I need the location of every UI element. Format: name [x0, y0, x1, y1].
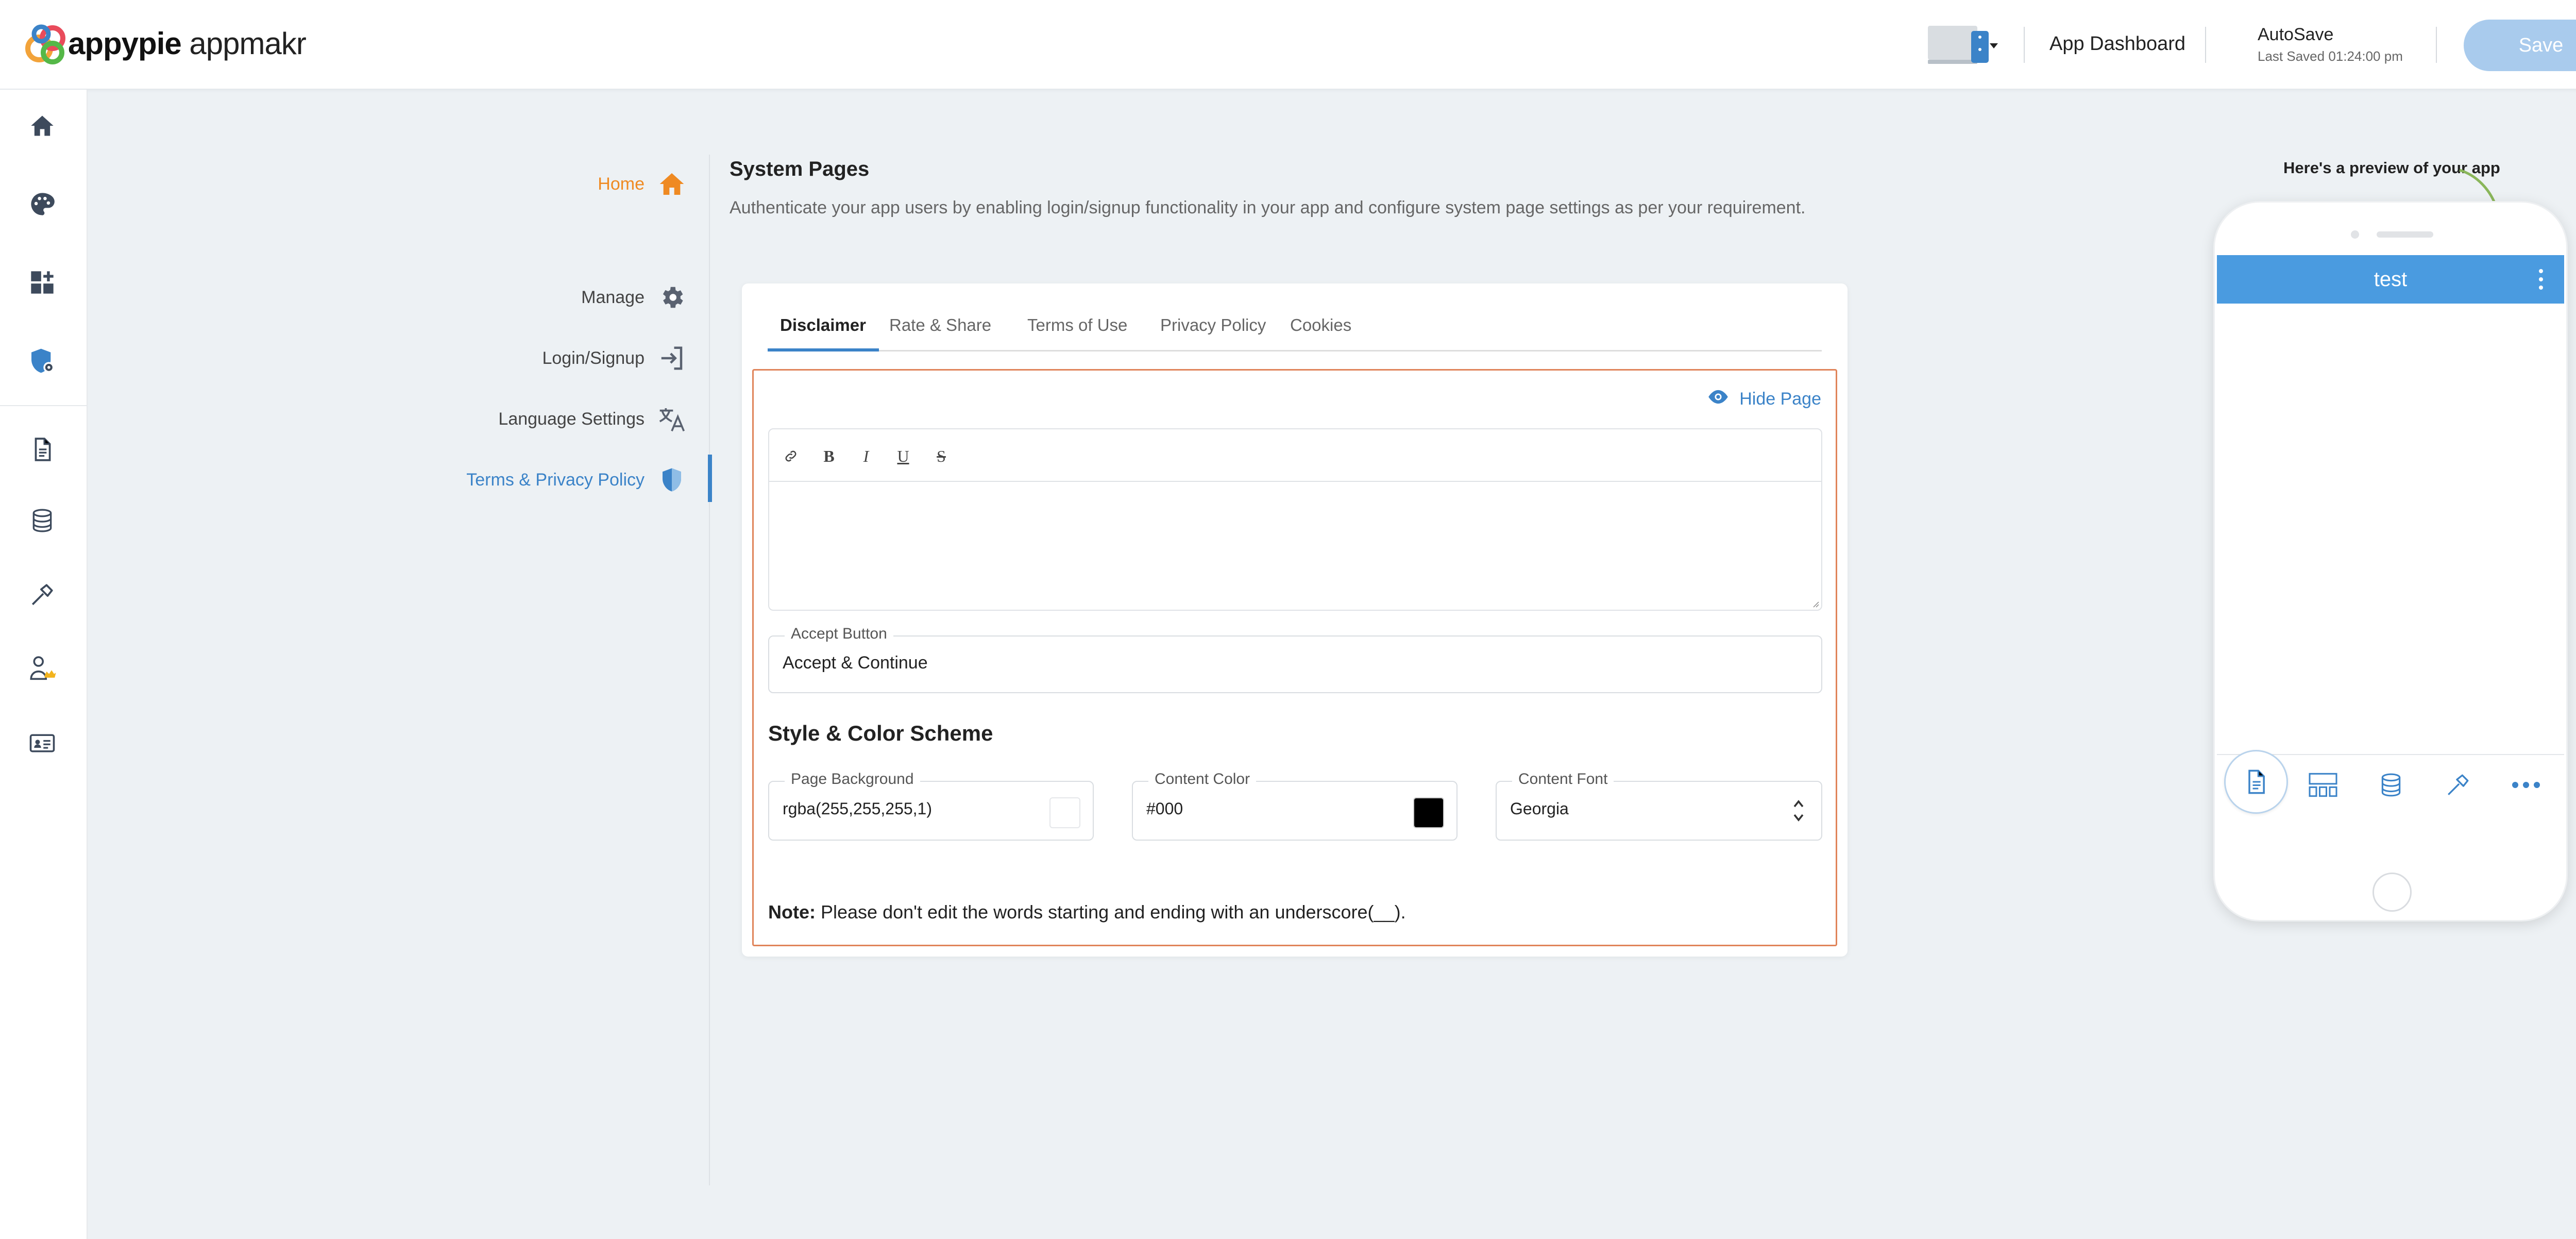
subnav-active-indicator: [708, 455, 712, 502]
home-icon: [657, 169, 687, 199]
document-icon[interactable]: [2224, 750, 2288, 814]
tab-cookies[interactable]: Cookies: [1290, 315, 1351, 335]
id-card-icon[interactable]: [26, 727, 59, 760]
document-icon[interactable]: [26, 433, 59, 466]
note-text: Note: Please don't edit the words starti…: [768, 901, 1406, 923]
subnav-item-label: Home: [598, 174, 645, 194]
database-icon[interactable]: [2371, 765, 2411, 805]
autosave-label: AutoSave: [2258, 25, 2334, 44]
note-label: Note:: [768, 901, 816, 923]
login-icon: [657, 343, 687, 373]
system-pages-card: Disclaimer Rate & Share Terms of Use Pri…: [742, 283, 1848, 957]
bold-button[interactable]: B: [818, 445, 840, 467]
app-title: test: [2374, 267, 2408, 291]
subnav-item-label: Terms & Privacy Policy: [466, 470, 645, 490]
add-widget-icon[interactable]: [26, 266, 59, 299]
header-divider: [2024, 27, 2025, 63]
tab-privacy-policy[interactable]: Privacy Policy: [1160, 315, 1266, 335]
subnav-item-manage[interactable]: Manage: [581, 282, 687, 312]
underline-button[interactable]: U: [892, 445, 914, 467]
active-tab-underline: [768, 348, 879, 351]
hide-page-label: Hide Page: [1739, 389, 1821, 409]
palette-icon[interactable]: [26, 188, 59, 221]
editor-toolbar: B I U S: [769, 429, 1821, 482]
more-vertical-icon[interactable]: [2538, 269, 2544, 290]
phone-screen: test: [2217, 255, 2564, 814]
page-description: Authenticate your app users by enabling …: [730, 198, 1806, 217]
hammer-icon[interactable]: [2438, 765, 2478, 805]
more-icon[interactable]: [2506, 765, 2546, 805]
tab-disclaimer[interactable]: Disclaimer: [780, 315, 866, 335]
phone-speaker: [2377, 231, 2433, 238]
home-icon[interactable]: [26, 109, 59, 142]
phone-preview: test: [2213, 201, 2568, 922]
page-background-swatch[interactable]: [1049, 797, 1080, 828]
translate-icon: [657, 404, 687, 434]
last-saved-timestamp: Last Saved 01:24:00 pm: [2258, 48, 2403, 64]
rich-text-editor: B I U S: [768, 428, 1822, 611]
app-bottom-nav: [2217, 750, 2564, 814]
hide-page-button[interactable]: Hide Page: [1706, 389, 1821, 409]
appypie-logo-icon[interactable]: [24, 24, 70, 66]
content-font-value: Georgia: [1510, 799, 1569, 818]
content-color-swatch[interactable]: [1413, 797, 1444, 828]
tab-bar: Disclaimer Rate & Share Terms of Use Pri…: [768, 304, 1822, 351]
tab-terms-of-use[interactable]: Terms of Use: [1027, 315, 1127, 335]
app-dashboard-link[interactable]: App Dashboard: [2049, 33, 2185, 55]
database-icon[interactable]: [26, 504, 59, 537]
shield-gear-icon[interactable]: [26, 344, 59, 377]
style-color-scheme-title: Style & Color Scheme: [768, 721, 993, 745]
phone-home-button: [2372, 873, 2412, 912]
hammer-icon[interactable]: [26, 578, 59, 611]
page-background-field[interactable]: Page Background rgba(255,255,255,1): [768, 771, 1094, 841]
content-color-value[interactable]: #000: [1146, 799, 1183, 818]
header-divider: [2436, 27, 2437, 63]
resize-handle-icon[interactable]: [1811, 599, 1819, 608]
subnav-item-label: Login/Signup: [542, 348, 645, 368]
page-title: System Pages: [730, 158, 870, 180]
tab-rate-share[interactable]: Rate & Share: [889, 315, 991, 335]
note-message: Please don't edit the words starting and…: [816, 901, 1406, 923]
shield-icon: [657, 465, 687, 495]
subnav-item-home[interactable]: Home: [598, 169, 687, 199]
content-color-legend: Content Color: [1148, 771, 1257, 788]
header-divider: [2205, 27, 2206, 63]
eye-icon: [1706, 389, 1730, 409]
strikethrough-button[interactable]: S: [930, 445, 953, 467]
subnav-item-label: Language Settings: [498, 409, 645, 429]
editor-content-area[interactable]: [769, 483, 1821, 611]
italic-button[interactable]: I: [855, 445, 877, 467]
subnav-divider: [709, 155, 710, 1185]
top-header: appypie appmakr App Dashboard AutoSave L…: [0, 0, 2576, 90]
subnav-item-login-signup[interactable]: Login/Signup: [542, 343, 687, 373]
rail-divider: [0, 405, 88, 406]
app-bar: test: [2217, 255, 2564, 304]
accept-button-value[interactable]: Accept & Continue: [783, 653, 928, 673]
left-icon-rail: [0, 90, 88, 1239]
brand-name[interactable]: appypie appmakr: [68, 26, 307, 61]
content-font-legend: Content Font: [1512, 771, 1614, 788]
phone-camera: [2351, 230, 2359, 239]
person-crown-icon[interactable]: [26, 652, 59, 685]
link-icon[interactable]: [779, 445, 802, 467]
content-color-field[interactable]: Content Color #000: [1132, 771, 1458, 841]
grid-icon[interactable]: [2303, 765, 2343, 805]
subnav-item-terms-privacy-policy[interactable]: Terms & Privacy Policy: [466, 465, 687, 495]
device-switcher[interactable]: [1927, 25, 1999, 66]
page-background-legend: Page Background: [785, 771, 920, 788]
accept-button-legend: Accept Button: [785, 625, 893, 643]
gear-icon: [657, 282, 687, 312]
accept-button-field[interactable]: Accept Button Accept & Continue: [768, 625, 1822, 693]
save-button[interactable]: Save: [2464, 20, 2576, 71]
select-arrows-icon: [1793, 800, 1804, 822]
page-background-value[interactable]: rgba(255,255,255,1): [783, 799, 932, 818]
disclaimer-editor-panel: Hide Page B I U S Accept Button Accept &…: [752, 369, 1837, 946]
content-font-select[interactable]: Content Font Georgia: [1496, 771, 1822, 841]
subnav-item-language-settings[interactable]: Language Settings: [498, 404, 687, 434]
subnav-item-label: Manage: [581, 287, 645, 307]
